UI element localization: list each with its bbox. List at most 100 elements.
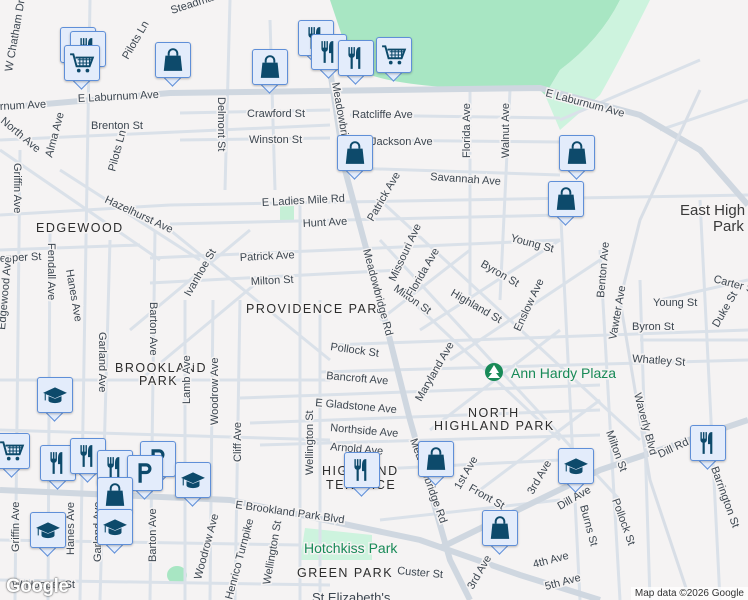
- street-label: Pollock St: [609, 497, 637, 547]
- minor-road: [0, 243, 141, 252]
- education-icon: [97, 509, 133, 545]
- street-label: Northside Ave: [330, 422, 399, 440]
- grocery-marker[interactable]: [64, 45, 100, 90]
- street-label: Crawford St: [247, 108, 305, 120]
- street-label: Young St: [509, 232, 555, 255]
- street-label: Whatley St: [632, 353, 686, 369]
- street-label: Wellington St: [304, 410, 316, 475]
- street-label: North Ave: [0, 115, 43, 155]
- street-label: Lamb Ave: [181, 355, 193, 404]
- restaurant-icon: [338, 40, 374, 76]
- area-label: GREEN PARK: [297, 566, 393, 580]
- poi-label-st-elizabeth: St Elizabeth's: [312, 590, 391, 600]
- street-label: Woodrow Ave: [209, 358, 221, 425]
- grocery-marker[interactable]: [376, 37, 412, 82]
- area-label: HIGHLAND PARK: [434, 419, 555, 433]
- education-marker[interactable]: [175, 462, 211, 507]
- street-label: Walnut Ave: [500, 103, 512, 158]
- street-label: Florida Ave: [461, 103, 473, 158]
- street-label: Hanes Ave: [63, 268, 84, 322]
- street-label: Steadman: [169, 0, 220, 17]
- shopping-marker[interactable]: [252, 49, 288, 94]
- shopping-icon: [337, 135, 373, 171]
- street-label: Woodrow Ave: [192, 513, 221, 581]
- street-label: Garland Ave: [96, 332, 108, 392]
- street-label: Delmont St: [215, 97, 227, 151]
- area-label: BROOKLAND: [115, 361, 207, 375]
- street-label: Barton Ave: [147, 508, 159, 562]
- street-label: W Chatham Dr: [3, 0, 28, 73]
- street-label: Young St: [653, 297, 697, 309]
- street-label: E Ladies Mile Rd: [262, 193, 346, 209]
- street-label: Cliff Ave: [232, 422, 244, 462]
- education-marker[interactable]: [558, 448, 594, 493]
- minor-road: [659, 98, 748, 132]
- education-icon: [175, 462, 211, 498]
- shopping-marker[interactable]: [418, 441, 454, 486]
- street-label: Patrick Ave: [240, 249, 295, 264]
- minor-road: [78, 0, 92, 600]
- education-marker[interactable]: [97, 509, 133, 554]
- street-label: Henrico Turnpike: [223, 517, 256, 600]
- grocery-icon: [64, 45, 100, 81]
- street-label: Milton St: [251, 274, 294, 288]
- street-label: Barton Ave: [147, 302, 159, 356]
- street-label: Duke St: [710, 290, 740, 330]
- street-label: Hunt Ave: [303, 216, 348, 230]
- area-label: NORTH: [468, 406, 520, 420]
- education-icon: [558, 448, 594, 484]
- shopping-icon: [548, 181, 584, 217]
- shopping-marker[interactable]: [548, 181, 584, 226]
- restaurant-marker[interactable]: [690, 425, 726, 470]
- shopping-icon: [418, 441, 454, 477]
- minor-road: [268, 19, 277, 191]
- google-logo[interactable]: Google: [6, 576, 69, 598]
- grocery-icon: [0, 433, 30, 469]
- street-label: Custer St: [397, 565, 444, 581]
- street-label: Hanes Ave: [65, 502, 77, 555]
- education-marker[interactable]: [37, 377, 73, 422]
- shopping-icon: [559, 135, 595, 171]
- shopping-icon: [252, 49, 288, 85]
- street-label: Alma Ave: [43, 111, 67, 159]
- restaurant-marker[interactable]: [344, 452, 380, 497]
- street-label: Waverly Blvd: [631, 392, 659, 457]
- street-label: Winston St: [249, 134, 302, 146]
- street-label: Bancroft Ave: [326, 370, 389, 387]
- street-label: Ratcliffe Ave: [352, 109, 413, 121]
- street-label: 3rd Ave: [525, 458, 554, 496]
- shopping-icon: [155, 42, 191, 78]
- grocery-marker[interactable]: [0, 433, 30, 478]
- street-label: Byron St: [632, 321, 674, 333]
- area-label: East High: [680, 202, 745, 219]
- minor-road: [558, 199, 582, 600]
- street-label: Wellington St: [261, 520, 284, 586]
- area-label: EDGEWOOD: [36, 221, 124, 235]
- minor-road: [698, 199, 722, 600]
- street-label: Griffin Ave: [10, 502, 22, 552]
- restaurant-icon: [344, 452, 380, 488]
- poi-label-ann-hardy-plaza[interactable]: Ann Hardy Plaza: [510, 364, 618, 383]
- street-label: Benton Ave: [595, 241, 612, 298]
- minor-road: [169, 193, 748, 207]
- area-labels: EDGEWOOD PROVIDENCE PARK BROOKLAND PARK …: [35, 201, 747, 582]
- street-label: Griffin Ave: [11, 163, 23, 213]
- shopping-marker[interactable]: [337, 135, 373, 180]
- poi-label-hotchkiss-park[interactable]: Hotchkiss Park: [303, 539, 400, 558]
- shopping-marker[interactable]: [559, 135, 595, 180]
- shopping-marker[interactable]: [482, 510, 518, 555]
- street-label: Barrington St: [708, 465, 741, 529]
- restaurant-icon: [690, 425, 726, 461]
- street-label: Dill Rd: [656, 436, 690, 461]
- shopping-icon: [482, 510, 518, 546]
- shopping-marker[interactable]: [155, 42, 191, 87]
- education-icon: [37, 377, 73, 413]
- park-pin-icon[interactable]: [485, 363, 503, 381]
- street-label: Pilots Ln: [120, 19, 151, 62]
- education-marker[interactable]: [30, 512, 66, 557]
- restaurant-marker[interactable]: [338, 40, 374, 85]
- minor-road: [0, 148, 161, 262]
- area-label: Park: [713, 218, 744, 235]
- street-label: E Gladstone Ave: [315, 397, 397, 416]
- street-label: Meadowbridge Rd: [360, 248, 395, 337]
